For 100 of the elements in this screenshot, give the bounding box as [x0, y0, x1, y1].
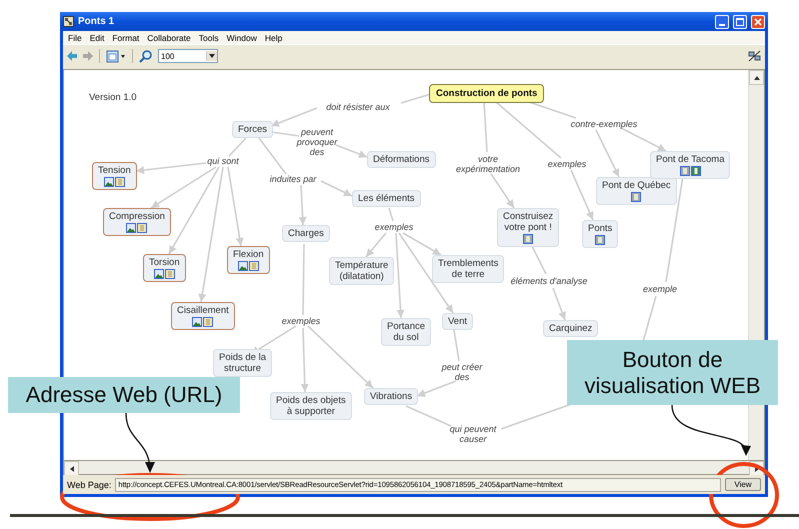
- menu-item[interactable]: Tools: [196, 32, 224, 42]
- concept-node[interactable]: Déformations: [367, 151, 436, 168]
- concept-node[interactable]: Tension: [92, 162, 137, 190]
- concept-label: Charges: [288, 228, 324, 239]
- menu-item[interactable]: Collaborate: [144, 32, 196, 42]
- connector-arrow: [298, 184, 307, 226]
- concept-node[interactable]: Compression: [103, 208, 171, 236]
- web-page-icon[interactable]: [595, 235, 606, 245]
- menu-item[interactable]: Edit: [86, 32, 110, 42]
- concept-node[interactable]: Torsion: [143, 254, 186, 282]
- link-label: qui peuvent causer: [450, 424, 496, 444]
- concept-node[interactable]: Forces: [232, 121, 274, 138]
- concept-node[interactable]: Poids de la structure: [213, 349, 272, 377]
- document-icon[interactable]: [137, 223, 148, 233]
- maximize-button[interactable]: [733, 14, 747, 28]
- highlight-circle: [709, 462, 779, 528]
- concept-node[interactable]: Ponts: [582, 220, 618, 248]
- connector-line: [400, 93, 432, 104]
- web-page-icon[interactable]: [680, 166, 690, 176]
- concept-node[interactable]: Vibrations: [364, 388, 418, 405]
- image-icon[interactable]: [238, 261, 248, 271]
- concept-node[interactable]: Température (dilatation): [329, 257, 394, 285]
- concept-label: Construisez votre pont !: [503, 211, 554, 233]
- connector-arrow: [552, 288, 566, 320]
- concept-node[interactable]: Pont de Québec: [596, 177, 677, 205]
- concept-node[interactable]: Charges: [282, 225, 330, 242]
- connector-line: [483, 102, 488, 152]
- document-icon[interactable]: [203, 317, 214, 327]
- link-label: qui sont: [207, 156, 239, 166]
- menu-item[interactable]: Window: [224, 32, 262, 42]
- concept-node[interactable]: Pont de Tacoma: [650, 151, 730, 179]
- web-page-icon[interactable]: [631, 192, 642, 202]
- callout-arrow: [125, 412, 155, 473]
- scroll-right-icon[interactable]: [754, 466, 758, 472]
- connector-arrow: [570, 170, 594, 220]
- menu-item[interactable]: Format: [109, 32, 144, 42]
- link-label: exemples: [548, 159, 586, 169]
- caret-icon: [209, 54, 215, 58]
- concept-label: Poids des objets à supporter: [276, 395, 346, 417]
- image-icon[interactable]: [104, 177, 114, 187]
- concept-label: Compression: [109, 211, 165, 222]
- horizontal-scrollbar[interactable]: [63, 461, 765, 475]
- concept-node[interactable]: Vent: [442, 313, 474, 330]
- concept-node[interactable]: Poids des objets à supporter: [270, 392, 352, 420]
- concept-label: Tremblements de terre: [438, 258, 498, 280]
- scroll-left-icon[interactable]: [70, 466, 74, 472]
- close-button[interactable]: [751, 14, 765, 28]
- connector-arrow: [320, 180, 352, 197]
- scroll-up-icon: [754, 76, 760, 80]
- zoom-combo-box[interactable]: 100: [158, 49, 218, 63]
- menu-item[interactable]: Help: [262, 32, 288, 42]
- concept-node[interactable]: Cisaillement: [171, 302, 235, 330]
- concept-node[interactable]: Tremblements de terre: [432, 255, 504, 283]
- root-concept-node[interactable]: Construction de ponts: [429, 84, 544, 103]
- concept-label: Poids de la structure: [219, 352, 266, 374]
- concept-label: Construction de ponts: [436, 88, 538, 99]
- concept-label: Température (dilatation): [335, 260, 388, 282]
- concept-node[interactable]: Flexion: [227, 246, 270, 274]
- concept-label: Ponts: [588, 223, 612, 234]
- link-label: exemple: [642, 284, 678, 294]
- concept-node[interactable]: Carquinez: [543, 320, 598, 337]
- concept-label: Flexion: [233, 249, 264, 260]
- concept-label: Pont de Québec: [602, 180, 671, 191]
- menu-item[interactable]: File: [65, 32, 87, 42]
- document-icon[interactable]: [114, 177, 125, 187]
- callout-label: Adresse Web (URL): [8, 377, 240, 413]
- concept-label: Pont de Tacoma: [656, 154, 724, 165]
- connector-arrow: [365, 232, 387, 258]
- disconnected-icon[interactable]: [748, 50, 761, 62]
- link-label: éléments d'analyse: [510, 276, 588, 286]
- concept-label: Torsion: [149, 257, 180, 268]
- link-label: exemples: [282, 316, 320, 326]
- concept-label: Carquinez: [549, 323, 592, 334]
- back-arrow-icon[interactable]: [67, 51, 77, 61]
- document-icon[interactable]: [164, 269, 175, 279]
- view-menu-icon[interactable]: [106, 50, 126, 62]
- image-icon[interactable]: [192, 317, 202, 327]
- connector-line: [388, 208, 394, 222]
- image-icon[interactable]: [154, 269, 164, 279]
- concept-label: Tension: [98, 165, 131, 176]
- concept-label: Vent: [448, 316, 468, 327]
- web-page-icon[interactable]: [523, 234, 534, 244]
- media-icon[interactable]: [690, 166, 701, 176]
- link-label: exemples: [374, 222, 414, 232]
- zoom-icon[interactable]: [139, 50, 152, 62]
- view-button[interactable]: View: [725, 478, 761, 491]
- concept-node[interactable]: Les éléments: [352, 190, 421, 207]
- connector-line: [228, 137, 247, 157]
- document-icon[interactable]: [248, 261, 259, 271]
- link-label: votre expérimentation: [456, 154, 520, 174]
- concept-label: Déformations: [373, 154, 430, 165]
- dropdown-button[interactable]: [206, 51, 217, 61]
- link-label: peut créer des: [442, 362, 482, 382]
- link-label: induites par: [270, 174, 316, 184]
- image-icon[interactable]: [126, 223, 136, 233]
- minimize-button[interactable]: [715, 14, 729, 28]
- scroll-up-button[interactable]: [749, 70, 764, 85]
- close-icon: [754, 18, 762, 26]
- concept-node[interactable]: Construisez votre pont !: [497, 208, 560, 247]
- concept-node[interactable]: Portance du sol: [381, 318, 432, 346]
